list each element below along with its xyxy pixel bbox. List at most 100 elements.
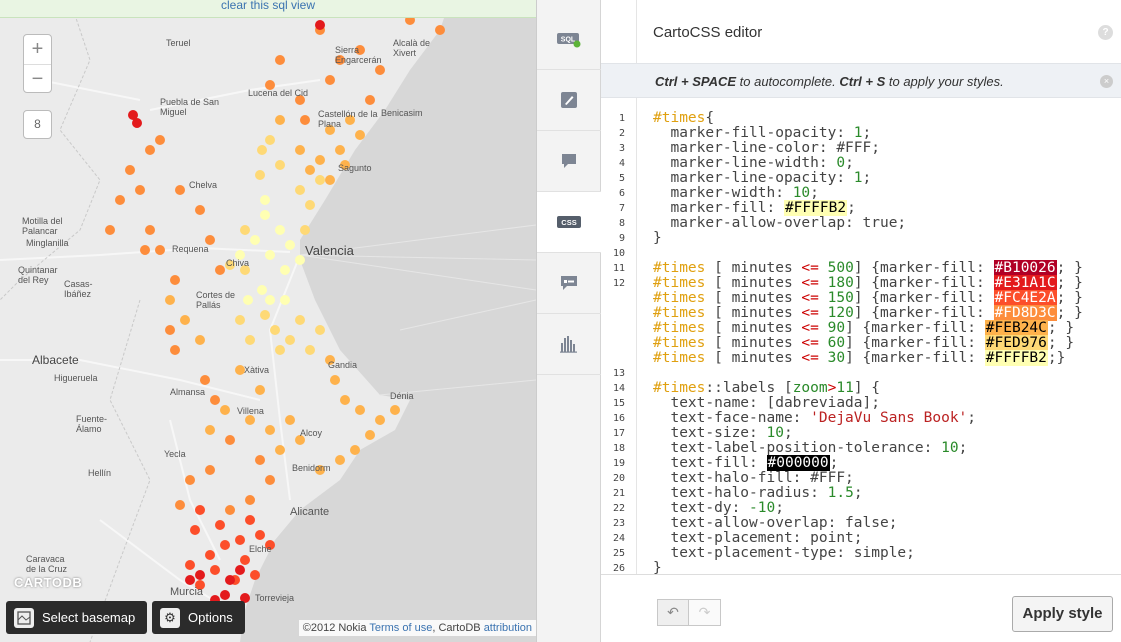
code-line[interactable]: 12 #times [ minutes <= 180] {marker-fill:… (601, 275, 1121, 291)
code-line[interactable]: 11 #times [ minutes <= 500] {marker-fill:… (601, 260, 1121, 276)
map-marker[interactable] (243, 295, 253, 305)
map-marker[interactable] (340, 395, 350, 405)
map-marker[interactable] (250, 235, 260, 245)
map-marker[interactable] (195, 570, 205, 580)
code-line[interactable]: 16 text-face-name: 'DejaVu Sans Book'; (601, 411, 1121, 426)
zoom-in-button[interactable]: + (24, 35, 51, 64)
map-marker[interactable] (280, 265, 290, 275)
map-marker[interactable] (155, 135, 165, 145)
map-marker[interactable] (260, 195, 270, 205)
map-marker[interactable] (210, 395, 220, 405)
map-marker[interactable] (245, 515, 255, 525)
code-line[interactable]: 13 (601, 366, 1121, 381)
map-marker[interactable] (275, 345, 285, 355)
code-line[interactable]: 17 text-size: 10; (601, 426, 1121, 441)
code-line[interactable]: 8 marker-allow-overlap: true; (601, 216, 1121, 231)
map-marker[interactable] (215, 265, 225, 275)
terms-link[interactable]: Terms of use (369, 622, 432, 634)
redo-button[interactable]: ↷ (689, 599, 721, 626)
attribution-link[interactable]: attribution (484, 622, 532, 634)
legend-tool[interactable] (537, 253, 601, 314)
code-line[interactable]: 15 text-name: [dabreviada]; (601, 396, 1121, 411)
map-view[interactable]: clear this sql view + − 8 Teruel Sierra … (0, 0, 536, 642)
code-line[interactable]: 26} (601, 561, 1121, 575)
map-marker[interactable] (305, 200, 315, 210)
map-marker[interactable] (205, 465, 215, 475)
infowindow-tool[interactable] (537, 131, 601, 192)
close-hint-icon[interactable]: × (1100, 75, 1113, 88)
code-line[interactable]: 4 marker-line-width: 0; (601, 156, 1121, 171)
map-marker[interactable] (285, 335, 295, 345)
map-marker[interactable] (275, 225, 285, 235)
map-marker[interactable] (335, 145, 345, 155)
map-marker[interactable] (275, 55, 285, 65)
map-marker[interactable] (315, 175, 325, 185)
map-marker[interactable] (115, 195, 125, 205)
map-marker[interactable] (125, 165, 135, 175)
map-marker[interactable] (140, 245, 150, 255)
map-marker[interactable] (165, 325, 175, 335)
map-marker[interactable] (330, 375, 340, 385)
code-line[interactable]: #times [ minutes <= 60] {marker-fill: #F… (601, 335, 1121, 351)
map-marker[interactable] (305, 165, 315, 175)
map-marker[interactable] (265, 250, 275, 260)
map-marker[interactable] (235, 565, 245, 575)
map-marker[interactable] (315, 155, 325, 165)
code-line[interactable]: 5 marker-line-opacity: 1; (601, 171, 1121, 186)
map-marker[interactable] (245, 495, 255, 505)
map-marker[interactable] (225, 435, 235, 445)
map-marker[interactable] (280, 295, 290, 305)
map-marker[interactable] (260, 310, 270, 320)
code-line[interactable]: 2 marker-fill-opacity: 1; (601, 126, 1121, 141)
map-marker[interactable] (295, 255, 305, 265)
clear-sql-banner[interactable]: clear this sql view (0, 0, 536, 18)
code-line[interactable]: 22 text-dy: -10; (601, 501, 1121, 516)
map-marker[interactable] (205, 550, 215, 560)
map-marker[interactable] (435, 25, 445, 35)
map-marker[interactable] (225, 505, 235, 515)
map-marker[interactable] (350, 445, 360, 455)
code-line[interactable]: 24 text-placement: point; (601, 531, 1121, 546)
map-marker[interactable] (132, 118, 142, 128)
map-marker[interactable] (255, 530, 265, 540)
filters-tool[interactable] (537, 314, 601, 375)
map-marker[interactable] (365, 95, 375, 105)
code-editor[interactable]: 1 #times{2 marker-fill-opacity: 1; 3 marke… (601, 111, 1121, 574)
code-line[interactable]: 19 text-fill: #000000; (601, 455, 1121, 471)
map-marker[interactable] (225, 575, 235, 585)
code-line[interactable]: 25 text-placement-type: simple; (601, 546, 1121, 561)
code-line[interactable]: 18 text-label-position-tolerance: 10; (601, 441, 1121, 456)
map-marker[interactable] (260, 210, 270, 220)
map-marker[interactable] (105, 225, 115, 235)
map-marker[interactable] (285, 240, 295, 250)
map-marker[interactable] (355, 405, 365, 415)
map-marker[interactable] (325, 175, 335, 185)
map-marker[interactable] (257, 285, 267, 295)
map-marker[interactable] (190, 525, 200, 535)
code-line[interactable]: 23 text-allow-overlap: false; (601, 516, 1121, 531)
code-line[interactable]: #times [ minutes <= 150] {marker-fill: #… (601, 290, 1121, 306)
map-marker[interactable] (275, 160, 285, 170)
zoom-out-button[interactable]: − (24, 64, 51, 93)
map-marker[interactable] (235, 535, 245, 545)
map-marker[interactable] (300, 225, 310, 235)
map-marker[interactable] (325, 75, 335, 85)
code-line[interactable]: 14 #times::labels [zoom>11] { (601, 381, 1121, 396)
clear-sql-link[interactable]: clear this sql view (221, 0, 315, 12)
map-marker[interactable] (235, 315, 245, 325)
map-marker[interactable] (390, 405, 400, 415)
map-marker[interactable] (220, 405, 230, 415)
code-line[interactable]: 1 #times{ (601, 111, 1121, 126)
map-marker[interactable] (335, 455, 345, 465)
map-marker[interactable] (300, 115, 310, 125)
map-marker[interactable] (255, 170, 265, 180)
map-marker[interactable] (255, 385, 265, 395)
map-marker[interactable] (245, 335, 255, 345)
map-marker[interactable] (155, 245, 165, 255)
map-marker[interactable] (180, 315, 190, 325)
map-marker[interactable] (245, 415, 255, 425)
code-line[interactable]: 21 text-halo-radius: 1.5; (601, 486, 1121, 501)
map-marker[interactable] (305, 345, 315, 355)
code-line[interactable]: 6 marker-width: 10; (601, 186, 1121, 201)
map-marker[interactable] (175, 185, 185, 195)
